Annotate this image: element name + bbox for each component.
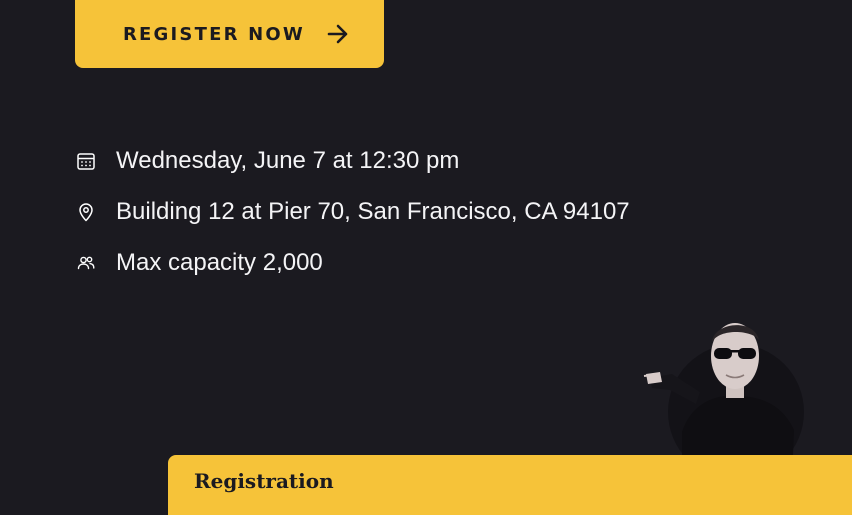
event-capacity-row: Max capacity 2,000: [76, 244, 630, 282]
event-date-text: Wednesday, June 7 at 12:30 pm: [116, 147, 460, 174]
event-details: Wednesday, June 7 at 12:30 pm Building 1…: [76, 142, 630, 295]
event-location-row: Building 12 at Pier 70, San Francisco, C…: [76, 193, 630, 231]
arrow-right-icon: [327, 24, 349, 44]
event-capacity-text: Max capacity 2,000: [116, 249, 323, 276]
event-location-text: Building 12 at Pier 70, San Francisco, C…: [116, 198, 630, 225]
register-now-label: REGISTER NOW: [123, 23, 305, 45]
register-now-button[interactable]: REGISTER NOW: [75, 0, 384, 68]
calendar-icon: [76, 151, 96, 171]
event-date-row: Wednesday, June 7 at 12:30 pm: [76, 142, 630, 180]
registration-card: Registration: [168, 455, 852, 515]
registration-title: Registration: [194, 469, 334, 493]
users-icon: [76, 253, 96, 273]
location-pin-icon: [76, 202, 96, 222]
